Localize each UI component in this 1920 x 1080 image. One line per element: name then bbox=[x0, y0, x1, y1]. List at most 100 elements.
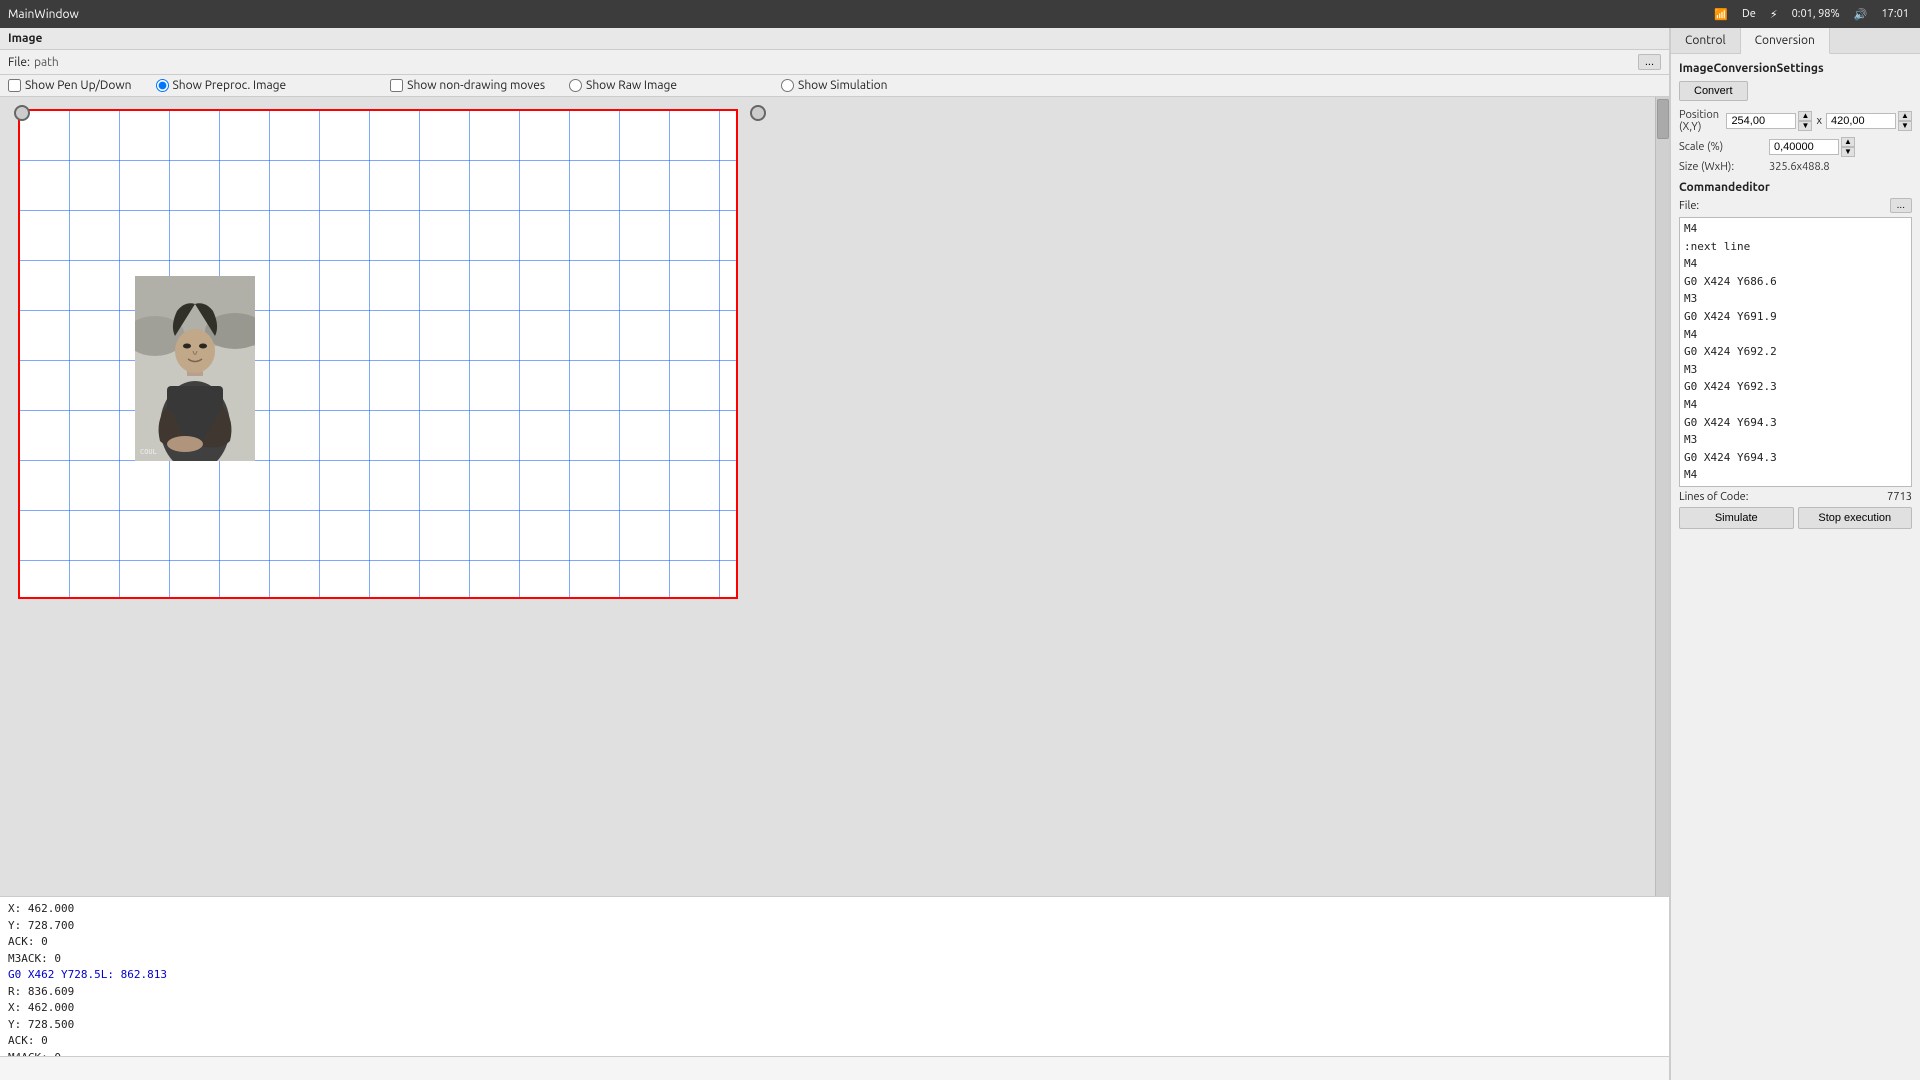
code-line-0: M4 bbox=[1684, 220, 1907, 238]
scale-row: Scale (%) ▲ ▼ bbox=[1679, 137, 1912, 157]
scale-input[interactable] bbox=[1769, 139, 1839, 155]
code-line-7: G0 X424 Y692.2 bbox=[1684, 343, 1907, 361]
titlebar-title-group: MainWindow bbox=[8, 8, 79, 21]
lines-of-code-row: Lines of Code: 7713 bbox=[1679, 491, 1912, 503]
command-editor-title: Commandeditor bbox=[1679, 181, 1912, 194]
console-line-3: ACK: 0 bbox=[8, 934, 1661, 951]
console-line-6: R: 836.609 bbox=[8, 984, 1661, 1001]
code-editor[interactable]: M4 :next line M4 G0 X424 Y686.6 M3 G0 X4… bbox=[1679, 217, 1912, 487]
x-separator: x bbox=[1816, 115, 1822, 127]
battery-info: 0:01, 98% bbox=[1792, 8, 1840, 20]
size-value: 325.6x488.8 bbox=[1769, 161, 1830, 173]
code-line-6: M4 bbox=[1684, 326, 1907, 344]
non-drawing-option[interactable]: Show non-drawing moves bbox=[390, 79, 545, 92]
scale-spinner: ▲ ▼ bbox=[1841, 137, 1855, 157]
scale-down[interactable]: ▼ bbox=[1841, 147, 1855, 157]
simulate-button[interactable]: Simulate bbox=[1679, 507, 1794, 529]
console-panel: X: 462.000 Y: 728.700 ACK: 0 M3ACK: 0 G0… bbox=[0, 896, 1669, 1056]
position-y-up[interactable]: ▲ bbox=[1898, 111, 1912, 121]
watermark-text: COUL bbox=[140, 448, 157, 456]
show-preproc-label: Show Preproc. Image bbox=[173, 79, 287, 92]
scale-inputs: ▲ ▼ bbox=[1769, 137, 1855, 157]
non-drawing-label: Show non-drawing moves bbox=[407, 79, 545, 92]
canvas-background: COUL bbox=[0, 97, 1655, 896]
options-bar: Show Pen Up/Down Show Preproc. Image Sho… bbox=[0, 75, 1669, 97]
volume-icon: 🔊 bbox=[1854, 8, 1868, 21]
tab-bar: Control Conversion bbox=[1671, 28, 1920, 54]
position-y-input[interactable] bbox=[1826, 113, 1896, 129]
cmd-file-browse-button[interactable]: ... bbox=[1890, 198, 1912, 213]
code-line-3: G0 X424 Y686.6 bbox=[1684, 273, 1907, 291]
raw-image-radio[interactable] bbox=[569, 79, 582, 92]
console-line-10: M4ACK: 0 bbox=[8, 1050, 1661, 1057]
bottom-input-bar bbox=[0, 1056, 1669, 1080]
size-label: Size (WxH): bbox=[1679, 161, 1769, 173]
grid-overlay bbox=[20, 111, 736, 597]
image-section-header: Image bbox=[0, 28, 1669, 50]
file-label: File: bbox=[8, 56, 30, 69]
right-panel: Control Conversion ImageConversionSettin… bbox=[1670, 28, 1920, 1080]
code-line-5: G0 X424 Y691.9 bbox=[1684, 308, 1907, 326]
position-y-down[interactable]: ▼ bbox=[1898, 121, 1912, 131]
show-preproc-radio[interactable] bbox=[156, 79, 169, 92]
position-x-down[interactable]: ▼ bbox=[1798, 121, 1812, 131]
position-x-input[interactable] bbox=[1726, 113, 1796, 129]
console-line-1: X: 462.000 bbox=[8, 901, 1661, 918]
console-line-9: ACK: 0 bbox=[8, 1033, 1661, 1050]
raw-image-option[interactable]: Show Raw Image bbox=[569, 79, 677, 92]
stop-execution-button[interactable]: Stop execution bbox=[1798, 507, 1913, 529]
lines-label: Lines of Code: bbox=[1679, 491, 1748, 503]
position-inputs: ▲ ▼ x ▲ ▼ bbox=[1726, 111, 1912, 131]
position-x-up[interactable]: ▲ bbox=[1798, 111, 1812, 121]
position-y-spinner: ▲ ▼ bbox=[1898, 111, 1912, 131]
show-preproc-option[interactable]: Show Preproc. Image bbox=[156, 79, 287, 92]
command-input[interactable] bbox=[0, 1057, 1669, 1080]
raw-image-label: Show Raw Image bbox=[586, 79, 677, 92]
code-line-12: M3 bbox=[1684, 431, 1907, 449]
code-line-9: G0 X424 Y692.3 bbox=[1684, 378, 1907, 396]
position-label: Position (X,Y) bbox=[1679, 109, 1726, 133]
position-row: Position (X,Y) ▲ ▼ x ▲ ▼ bbox=[1679, 109, 1912, 133]
mona-lisa-svg: COUL bbox=[135, 276, 255, 461]
app-title: MainWindow bbox=[8, 8, 79, 21]
code-line-4: M3 bbox=[1684, 290, 1907, 308]
code-line-11: G0 X424 Y694.3 bbox=[1684, 414, 1907, 432]
pen-up-down-option[interactable]: Show Pen Up/Down bbox=[8, 79, 132, 92]
main-container: Image File: path ... Show Pen Up/Down Sh… bbox=[0, 28, 1920, 1080]
de-icon: De bbox=[1742, 8, 1756, 20]
console-line-4: M3ACK: 0 bbox=[8, 951, 1661, 968]
drawing-region: COUL bbox=[18, 109, 738, 599]
file-toolbar: File: path ... bbox=[0, 50, 1669, 75]
size-row: Size (WxH): 325.6x488.8 bbox=[1679, 161, 1912, 173]
tab-conversion[interactable]: Conversion bbox=[1741, 28, 1830, 54]
file-row: File: path bbox=[8, 56, 59, 69]
bt-icon: ⚡ bbox=[1770, 8, 1778, 21]
convert-button[interactable]: Convert bbox=[1679, 81, 1748, 101]
code-line-10: M4 bbox=[1684, 396, 1907, 414]
scale-up[interactable]: ▲ bbox=[1841, 137, 1855, 147]
canvas-scroll-thumb[interactable] bbox=[1657, 99, 1669, 139]
left-panel: Image File: path ... Show Pen Up/Down Sh… bbox=[0, 28, 1670, 1080]
handle-top-left[interactable] bbox=[14, 105, 30, 121]
cmd-file-label: File: bbox=[1679, 200, 1699, 212]
time: 17:01 bbox=[1881, 8, 1909, 20]
console-line-7: X: 462.000 bbox=[8, 1000, 1661, 1017]
pen-up-down-checkbox[interactable] bbox=[8, 79, 21, 92]
titlebar-system-info: 📶 De ⚡ 0:01, 98% 🔊 17:01 bbox=[1711, 8, 1912, 21]
console-line-8: Y: 728.500 bbox=[8, 1017, 1661, 1034]
action-buttons: Simulate Stop execution bbox=[1679, 507, 1912, 529]
code-line-15: G0 X424 Y694.5 bbox=[1684, 484, 1907, 487]
canvas-scrollbar-vertical[interactable] bbox=[1655, 97, 1669, 896]
handle-top-right[interactable] bbox=[750, 105, 766, 121]
code-line-1: :next line bbox=[1684, 238, 1907, 256]
code-line-8: M3 bbox=[1684, 361, 1907, 379]
simulation-radio[interactable] bbox=[781, 79, 794, 92]
file-path: path bbox=[34, 56, 59, 69]
lines-count: 7713 bbox=[1887, 491, 1912, 503]
simulation-option[interactable]: Show Simulation bbox=[781, 79, 887, 92]
position-x-spinner: ▲ ▼ bbox=[1798, 111, 1812, 131]
non-drawing-checkbox[interactable] bbox=[390, 79, 403, 92]
file-browse-button[interactable]: ... bbox=[1638, 54, 1661, 70]
tab-control[interactable]: Control bbox=[1671, 28, 1741, 53]
code-line-2: M4 bbox=[1684, 255, 1907, 273]
